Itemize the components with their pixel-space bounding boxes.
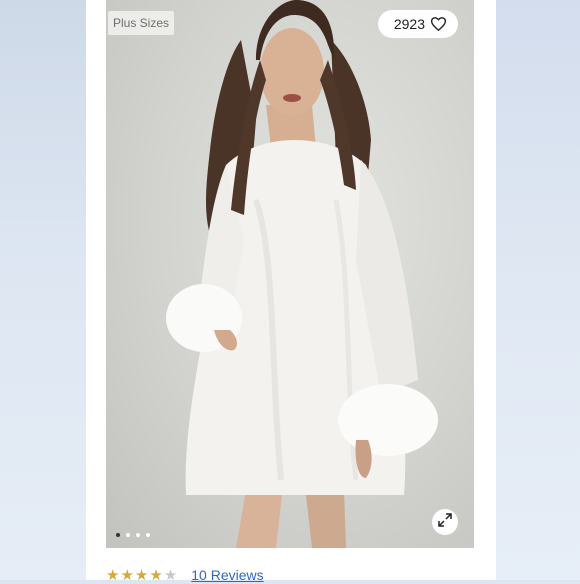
left-backdrop bbox=[0, 0, 86, 580]
star-filled-icon: ★ bbox=[149, 566, 163, 584]
carousel-indicator bbox=[116, 533, 150, 537]
carousel-dot-4[interactable] bbox=[146, 533, 150, 537]
star-filled-icon: ★ bbox=[106, 566, 120, 584]
product-page: Plus Sizes 2923 ★ ★ ★ ★ ★ 10 Reviews bbox=[86, 0, 496, 583]
star-filled-icon: ★ bbox=[134, 566, 149, 584]
likes-count: 2923 bbox=[393, 16, 425, 32]
carousel-dot-2[interactable] bbox=[126, 533, 130, 537]
star-filled-icon: ★ bbox=[120, 566, 134, 584]
expand-image-button[interactable] bbox=[432, 509, 458, 535]
reviews-link[interactable]: 10 Reviews bbox=[191, 567, 263, 583]
carousel-dot-3[interactable] bbox=[136, 533, 140, 537]
carousel-dot-1[interactable] bbox=[116, 533, 120, 537]
star-empty-icon: ★ bbox=[163, 566, 178, 584]
expand-icon bbox=[438, 512, 452, 532]
product-image[interactable]: Plus Sizes 2923 bbox=[106, 0, 474, 548]
likes-button[interactable]: 2923 bbox=[377, 10, 458, 38]
star-rating: ★ ★ ★ ★ ★ bbox=[106, 568, 177, 583]
heart-outline-icon bbox=[431, 17, 446, 31]
rating-row: ★ ★ ★ ★ ★ 10 Reviews bbox=[106, 567, 264, 583]
model-figure bbox=[166, 0, 438, 548]
plus-sizes-badge: Plus Sizes bbox=[108, 11, 175, 35]
right-backdrop bbox=[496, 0, 580, 580]
